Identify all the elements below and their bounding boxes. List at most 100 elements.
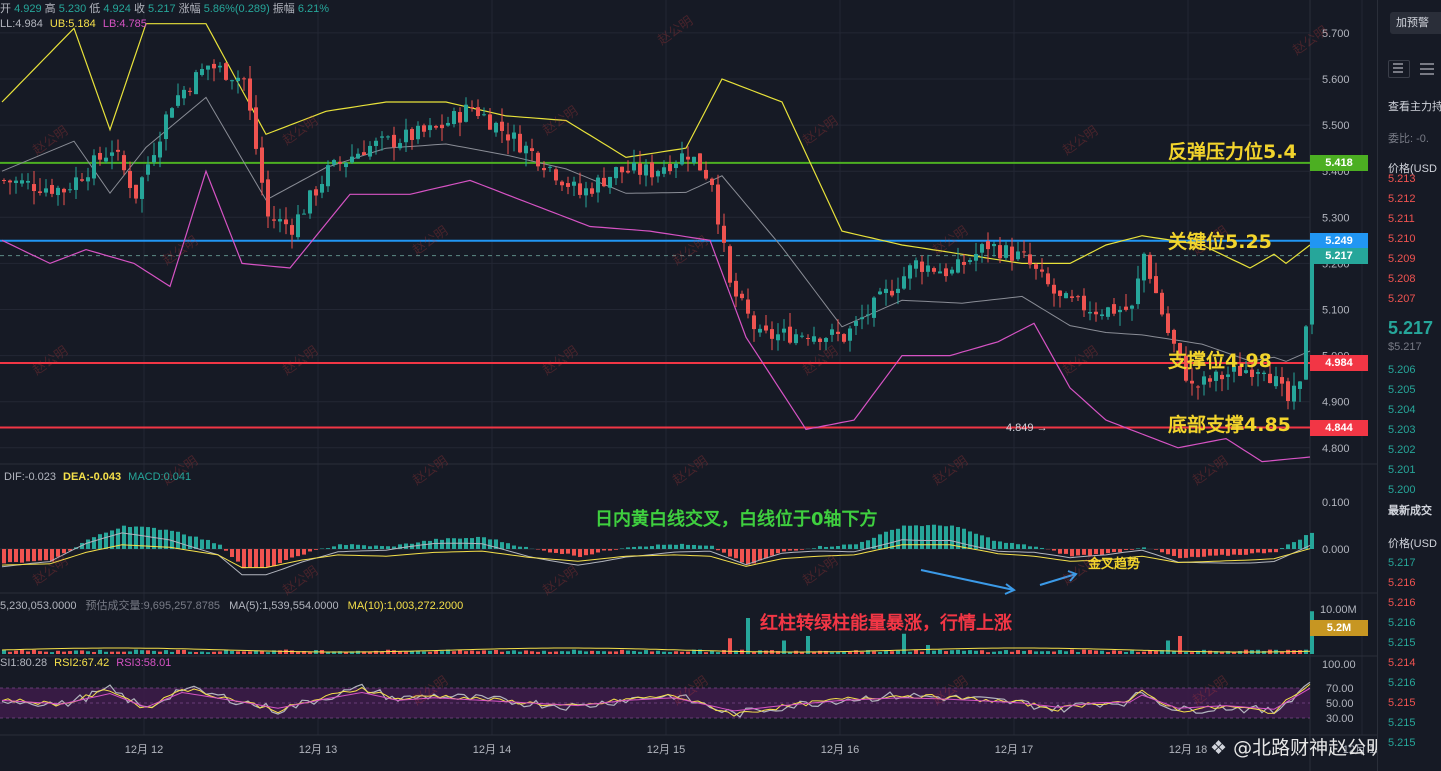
volume-legend: 5,230,053.0000 预估成交量:9,695,257.8785 MA(5… (0, 600, 464, 612)
macd-bar (926, 525, 930, 549)
candle-body (26, 180, 30, 183)
candle-body (1046, 273, 1050, 285)
macd-tick-label: 0.000 (1322, 544, 1350, 556)
ask-price: 5.209 (1388, 253, 1416, 265)
main-force-title[interactable]: 查看主力持 (1388, 98, 1441, 114)
macd-bar (1004, 542, 1008, 549)
volume-bar (1100, 650, 1104, 654)
macd-bar (350, 544, 354, 549)
bid-price: 5.201 (1388, 464, 1416, 476)
volume-bar (746, 618, 750, 654)
candle-body (740, 293, 744, 299)
macd-bar (200, 539, 204, 549)
chart-area[interactable]: 5.7005.6005.5005.4005.3005.2005.1005.000… (0, 0, 1377, 771)
macd-bar (1172, 549, 1176, 556)
volume-bar (674, 651, 678, 654)
candle-body (194, 72, 198, 95)
volume-bar (470, 650, 474, 654)
candle-body (572, 181, 576, 186)
layout-icon[interactable] (1388, 60, 1410, 78)
volume-bar (830, 652, 834, 654)
bid-price: 5.203 (1388, 424, 1416, 436)
ask-price: 5.213 (1388, 173, 1416, 185)
trade-price: 5.214 (1388, 657, 1416, 669)
macd-bar (1040, 547, 1044, 549)
candle-body (1022, 251, 1026, 253)
macd-bar (1274, 549, 1278, 553)
volume-bar (650, 651, 654, 654)
candle-body (1142, 253, 1146, 281)
ask-price: 5.212 (1388, 193, 1416, 205)
macd-bar (932, 524, 936, 549)
candle-body (836, 331, 840, 334)
candle-body (200, 69, 204, 75)
candle-body (1082, 295, 1086, 311)
macd-bar (194, 536, 198, 549)
candle-body (206, 65, 210, 70)
volume-bar (1112, 650, 1116, 654)
volume-bar (980, 650, 984, 654)
boll-legend: LL:4.984 UB:5.184 LB:4.785 (0, 18, 147, 30)
macd-bar (710, 545, 714, 549)
trade-price: 5.215 (1388, 697, 1416, 709)
trade-price: 5.217 (1388, 557, 1416, 569)
add-alert-button[interactable]: 加预警 (1390, 12, 1441, 34)
candle-body (770, 329, 774, 339)
time-tick-label: 12月 18 (1169, 744, 1208, 756)
bottom-support-annotation: 底部支撑4.85 (1168, 414, 1291, 436)
candle-body (728, 246, 732, 283)
macd-bar (344, 545, 348, 549)
macd-bar (1142, 547, 1146, 549)
macd-bar (638, 546, 642, 549)
macd-bar (620, 548, 624, 549)
time-tick-label: 12月 15 (647, 744, 686, 756)
volume-bar (860, 651, 864, 654)
volume-bar (566, 651, 570, 654)
candle-body (734, 280, 738, 297)
macd-bar (152, 527, 156, 549)
volume-bar (398, 651, 402, 654)
candle-body (266, 179, 270, 217)
macd-bar (698, 545, 702, 549)
candle-body (548, 166, 552, 168)
candle-body (230, 80, 234, 82)
candle-body (662, 167, 666, 174)
macd-bar (914, 525, 918, 549)
macd-bar (608, 549, 612, 551)
volume-bar (1088, 650, 1092, 654)
candle-body (332, 160, 336, 165)
list-icon[interactable] (1418, 62, 1436, 79)
macd-bar (938, 525, 942, 549)
macd-bar (302, 549, 306, 555)
volume-bar (26, 651, 30, 654)
rsi-tick-label: 100.00 (1322, 659, 1356, 671)
candle-body (1136, 278, 1140, 305)
candle-body (980, 244, 984, 253)
candle-body (1280, 377, 1284, 384)
macd-bar (1310, 532, 1314, 549)
candle-body (404, 129, 408, 143)
macd-bar (326, 548, 330, 549)
candle-body (602, 177, 606, 187)
candle-body (1094, 311, 1098, 315)
macd-bar (992, 540, 996, 549)
candle-body (374, 140, 378, 146)
macd-bar (614, 549, 618, 550)
candle-body (1190, 380, 1194, 384)
volume-bar (308, 652, 312, 654)
candle-body (926, 265, 930, 272)
volume-bar (74, 650, 78, 654)
candle-body (1310, 261, 1314, 325)
low-price-mark: 4.849 → (1006, 422, 1048, 434)
candle-body (152, 155, 156, 163)
candle-body (74, 177, 78, 190)
candle-body (134, 184, 138, 199)
candle-body (854, 320, 858, 326)
macd-bar (644, 546, 648, 549)
macd-bar (680, 543, 684, 549)
candle-body (104, 157, 108, 162)
candle-body (1292, 385, 1296, 402)
candle-body (920, 261, 924, 272)
candle-body (698, 153, 702, 171)
volume-bar (1076, 651, 1080, 654)
